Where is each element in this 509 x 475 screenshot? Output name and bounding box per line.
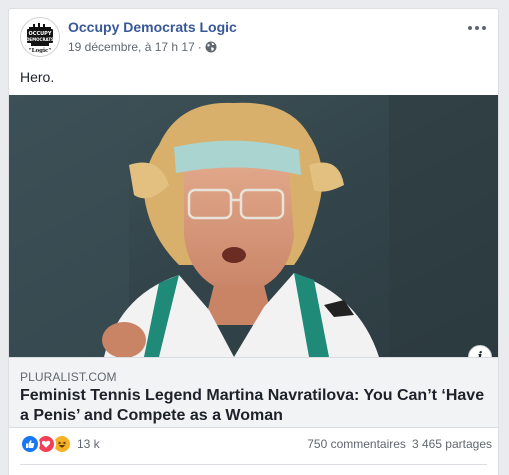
avatar-text-2: DEMOCRATS — [26, 37, 54, 42]
post-caption: Hero. — [20, 69, 55, 85]
feed-post: OCCUPY DEMOCRATS "Logic" Occupy Democrat… — [8, 8, 499, 475]
link-domain: PLURALIST.COM — [20, 370, 117, 384]
post-meta: 19 décembre, à 17 h 17 · — [68, 40, 217, 54]
link-preview-image[interactable] — [9, 95, 498, 357]
page-name-link[interactable]: Occupy Democrats Logic — [68, 19, 237, 35]
more-options-button[interactable] — [466, 21, 488, 35]
tennis-player-photo — [9, 95, 498, 357]
shares-count-link[interactable]: 3 465 partages — [412, 437, 492, 451]
reactions-count: 13 k — [77, 437, 100, 451]
dot-icon — [468, 26, 472, 30]
post-header: OCCUPY DEMOCRATS "Logic" Occupy Democrat… — [20, 17, 490, 63]
meta-separator: · — [197, 40, 202, 54]
engagement-counts: 750 commentaires 3 465 partages — [307, 428, 492, 460]
link-title[interactable]: Feminist Tennis Legend Martina Navratilo… — [20, 386, 490, 426]
dot-icon — [475, 26, 479, 30]
reactions-summary[interactable]: 13 k — [20, 428, 100, 460]
dot-icon — [482, 26, 486, 30]
globe-icon[interactable] — [205, 41, 217, 53]
page-avatar[interactable]: OCCUPY DEMOCRATS "Logic" — [20, 17, 60, 57]
link-preview[interactable]: PLURALIST.COM Feminist Tennis Legend Mar… — [9, 357, 498, 427]
avatar-text-3: "Logic" — [29, 48, 52, 54]
avatar-logo: OCCUPY DEMOCRATS "Logic" — [21, 18, 59, 56]
comments-count-link[interactable]: 750 commentaires — [307, 437, 406, 451]
like-icon — [20, 434, 40, 454]
post-timestamp[interactable]: 19 décembre, à 17 h 17 — [68, 40, 195, 54]
action-divider — [20, 464, 487, 465]
post-footer: 13 k 750 commentaires 3 465 partages — [9, 427, 498, 475]
